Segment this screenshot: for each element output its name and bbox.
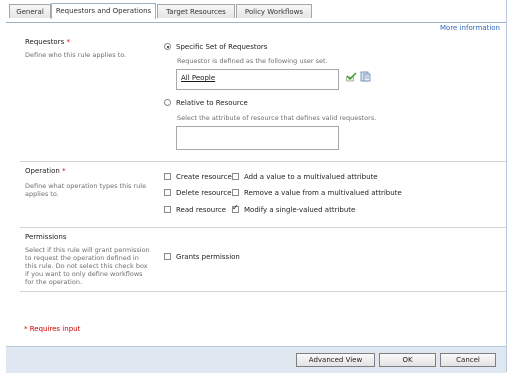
validate-check-icon[interactable] xyxy=(346,72,357,84)
ok-button[interactable]: OK xyxy=(379,353,436,367)
requestors-title: Requestors * xyxy=(25,38,70,46)
checkbox-create-label: Create resource xyxy=(176,173,232,181)
tab-policy-workflows[interactable]: Policy Workflows xyxy=(236,4,312,18)
relative-description: Select the attribute of resource that de… xyxy=(177,114,377,122)
radio-specific-label: Specific Set of Requestors xyxy=(176,43,268,51)
required-marker: * xyxy=(62,167,66,175)
section-divider xyxy=(20,227,506,228)
checkbox-delete-label: Delete resource xyxy=(176,189,232,197)
radio-specific-requestors[interactable] xyxy=(164,43,171,50)
requires-input-note: * Requires input xyxy=(24,325,81,333)
checkbox-modify-single-valued[interactable] xyxy=(232,203,239,213)
requestors-description: Define who this rule applies to. xyxy=(25,51,127,59)
specific-set-description: Requestor is defined as the following us… xyxy=(177,57,328,65)
checkbox-remove-label: Remove a value from a multivalued attrib… xyxy=(244,189,402,197)
checkbox-read-label: Read resource xyxy=(176,206,227,214)
tab-requestors-and-operations[interactable]: Requestors and Operations xyxy=(51,3,156,19)
checkbox-remove-multivalued[interactable] xyxy=(232,189,239,196)
more-information-link[interactable]: More information xyxy=(440,24,500,32)
operation-description-line1: Define what operation types this rule xyxy=(25,182,147,190)
permissions-description-line4: if you want to only define workflows xyxy=(25,270,143,278)
section-divider xyxy=(20,161,506,162)
tab-divider xyxy=(6,22,506,23)
checkbox-add-label: Add a value to a multivalued attribute xyxy=(244,173,378,181)
user-set-value-link[interactable]: All People xyxy=(181,74,215,82)
permissions-title: Permissions xyxy=(25,233,67,241)
radio-relative-to-resource[interactable] xyxy=(164,99,171,106)
radio-relative-label: Relative to Resource xyxy=(176,99,248,107)
permissions-description-line3: this rule. Do not select this check box xyxy=(25,262,148,270)
relative-attribute-field[interactable] xyxy=(176,126,339,150)
browse-users-icon[interactable] xyxy=(360,71,371,84)
tab-strip: General Requestors and Operations Target… xyxy=(6,3,506,23)
checkbox-modify-label: Modify a single-valued attribute xyxy=(244,206,356,214)
dialog-footer: Advanced View OK Cancel xyxy=(6,346,506,373)
permissions-description-line1: Select if this rule will grant permissio… xyxy=(25,246,150,254)
tab-target-resources[interactable]: Target Resources xyxy=(157,4,235,18)
permissions-description-line2: to request the operation defined in xyxy=(25,254,139,262)
checkbox-create-resource[interactable] xyxy=(164,173,171,180)
section-divider xyxy=(20,291,506,292)
required-marker: * xyxy=(66,38,70,46)
checkbox-delete-resource[interactable] xyxy=(164,189,171,196)
tab-general[interactable]: General xyxy=(9,4,51,18)
operation-title: Operation * xyxy=(25,167,66,175)
user-set-field[interactable]: All People xyxy=(176,69,339,90)
operation-title-text: Operation xyxy=(25,167,60,175)
operation-description-line2: applies to. xyxy=(25,190,59,198)
checkbox-add-multivalued[interactable] xyxy=(232,173,239,180)
requestors-title-text: Requestors xyxy=(25,38,65,46)
checkbox-grants-permission[interactable] xyxy=(164,253,171,260)
permissions-description-line5: for the operation. xyxy=(25,278,83,286)
checkbox-grants-label: Grants permission xyxy=(176,253,240,261)
checkbox-read-resource[interactable] xyxy=(164,206,171,213)
dialog-frame: General Requestors and Operations Target… xyxy=(6,0,507,373)
cancel-button[interactable]: Cancel xyxy=(440,353,496,367)
advanced-view-button[interactable]: Advanced View xyxy=(296,353,375,367)
